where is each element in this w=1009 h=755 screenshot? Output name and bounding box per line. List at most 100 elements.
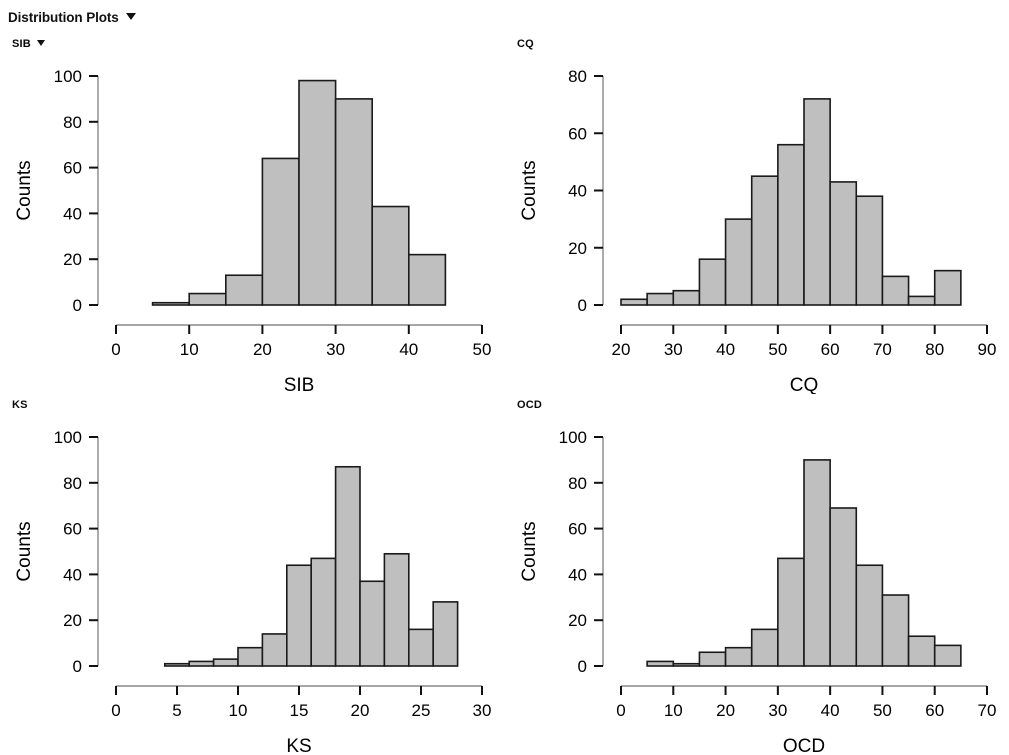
y-axis: 0 20 40 60 80 100 (559, 428, 604, 676)
histogram-bars (646, 459, 962, 667)
y-tick-label: 0 (73, 296, 82, 315)
histogram-bar (646, 292, 675, 306)
y-axis: 0 20 40 60 80 100 (54, 67, 99, 315)
histogram-ks[interactable]: 0 20 40 60 80 100 0 5 10 15 20 25 30 Counts KS (0, 395, 504, 755)
histogram-bar (359, 580, 386, 667)
histogram-bar (261, 633, 288, 667)
histogram-bar (237, 646, 264, 667)
x-tick-label: 40 (399, 340, 418, 359)
histogram-bar (829, 181, 858, 306)
histogram-bar (298, 79, 337, 306)
chevron-down-icon[interactable] (125, 12, 136, 20)
histogram-sib[interactable]: 0 20 40 60 80 100 0 10 20 30 40 50 Counts SIB (0, 34, 504, 394)
histogram-bar (907, 295, 936, 306)
x-tick-label: 90 (978, 340, 997, 359)
x-tick-label: 20 (351, 701, 370, 720)
x-tick-label: 60 (821, 340, 840, 359)
histogram-bar (724, 218, 753, 306)
x-tick-label: 20 (612, 340, 631, 359)
y-tick-label: 60 (568, 520, 587, 539)
y-tick-label: 40 (63, 204, 82, 223)
y-tick-label: 60 (568, 124, 587, 143)
x-tick-label: 40 (716, 340, 735, 359)
histogram-bar (777, 557, 805, 667)
x-tick-label: 30 (326, 340, 345, 359)
x-tick-label: 30 (664, 340, 683, 359)
histogram-bars (164, 465, 459, 667)
y-axis-title: Counts (519, 160, 540, 220)
x-axis: 20 30 40 50 60 70 80 90 (612, 324, 997, 359)
y-tick-label: 20 (63, 611, 82, 630)
histogram-cq-svg: 0 20 40 60 80 20 30 40 50 60 70 80 90 Counts CQ (519, 67, 997, 394)
histogram-bar (803, 459, 831, 667)
histogram-bar (225, 274, 264, 306)
page-title: Distribution Plots (8, 9, 119, 25)
histogram-cq[interactable]: 0 20 40 60 80 20 30 40 50 60 70 80 90 Counts CQ (505, 34, 1009, 394)
x-axis-title: KS (286, 736, 311, 755)
x-tick-label: 50 (473, 340, 492, 359)
y-tick-label: 40 (63, 565, 82, 584)
histogram-bar (750, 628, 779, 667)
histogram-bar (698, 651, 727, 667)
y-tick-label: 0 (578, 296, 587, 315)
histogram-bar (334, 98, 374, 306)
x-tick-label: 70 (978, 701, 997, 720)
histogram-bar (334, 465, 361, 667)
histogram-bar (750, 175, 779, 306)
x-tick-label: 5 (172, 701, 181, 720)
x-tick-label: 50 (873, 701, 892, 720)
x-tick-label: 10 (180, 340, 199, 359)
y-tick-label: 100 (54, 428, 82, 447)
histogram-bar (855, 564, 884, 667)
histogram-bars (620, 98, 962, 306)
y-tick-label: 60 (63, 520, 82, 539)
x-axis-title: OCD (783, 736, 825, 755)
x-tick-label: 50 (768, 340, 787, 359)
histogram-bar (698, 258, 727, 306)
x-tick-label: 10 (664, 701, 683, 720)
x-axis-title: SIB (284, 375, 315, 394)
x-tick-label: 20 (716, 701, 735, 720)
y-tick-label: 20 (568, 611, 587, 630)
histogram-bar (188, 660, 215, 667)
histogram-bars (151, 79, 447, 306)
histogram-bar (672, 289, 701, 306)
x-axis: 0 10 20 30 40 50 (111, 324, 492, 359)
plot-grid: SIB 0 20 40 60 80 100 0 10 20 30 40 50 Counts SIB CQ … (0, 34, 1009, 755)
histogram-bar (310, 557, 337, 667)
y-axis-title: Counts (519, 521, 540, 581)
plot-panel-cq: CQ 0 20 40 60 80 20 30 40 50 60 70 80 90 Counts CQ (505, 34, 1009, 394)
app-header: Distribution Plots (0, 0, 1009, 34)
histogram-bar (829, 507, 858, 667)
y-tick-label: 0 (578, 657, 587, 676)
distribution-plots-menu[interactable]: Distribution Plots (8, 10, 136, 25)
plot-panel-ocd: OCD 0 20 40 60 80 100 0 10 20 30 40 50 60 70 Counts OCD (505, 395, 1009, 755)
y-tick-label: 0 (73, 657, 82, 676)
histogram-bar (164, 662, 191, 667)
histogram-ocd-svg: 0 20 40 60 80 100 0 10 20 30 40 50 60 70 Counts OCD (519, 428, 997, 755)
x-tick-label: 40 (821, 701, 840, 720)
y-tick-label: 20 (568, 239, 587, 258)
histogram-bar (907, 635, 936, 667)
histogram-ocd[interactable]: 0 20 40 60 80 100 0 10 20 30 40 50 60 70 Counts OCD (505, 395, 1009, 755)
x-tick-label: 0 (111, 701, 120, 720)
histogram-bar (724, 646, 753, 667)
x-tick-label: 80 (925, 340, 944, 359)
histogram-bar (855, 195, 884, 306)
x-axis: 0 10 20 30 40 50 60 70 (616, 685, 997, 720)
y-tick-label: 100 (559, 428, 587, 447)
histogram-bar (777, 143, 805, 306)
y-axis-title: Counts (14, 521, 35, 581)
x-tick-label: 0 (616, 701, 625, 720)
y-tick-label: 40 (568, 182, 587, 201)
plot-panel-sib: SIB 0 20 40 60 80 100 0 10 20 30 40 50 Counts SIB (0, 34, 504, 394)
x-tick-label: 15 (290, 701, 309, 720)
histogram-bar (881, 594, 910, 667)
x-tick-label: 0 (111, 340, 120, 359)
histogram-bar (407, 628, 434, 667)
x-tick-label: 30 (768, 701, 787, 720)
histogram-bar (672, 662, 701, 667)
x-axis-title: CQ (790, 375, 819, 394)
y-tick-label: 80 (568, 474, 587, 493)
histogram-bar (188, 292, 227, 306)
